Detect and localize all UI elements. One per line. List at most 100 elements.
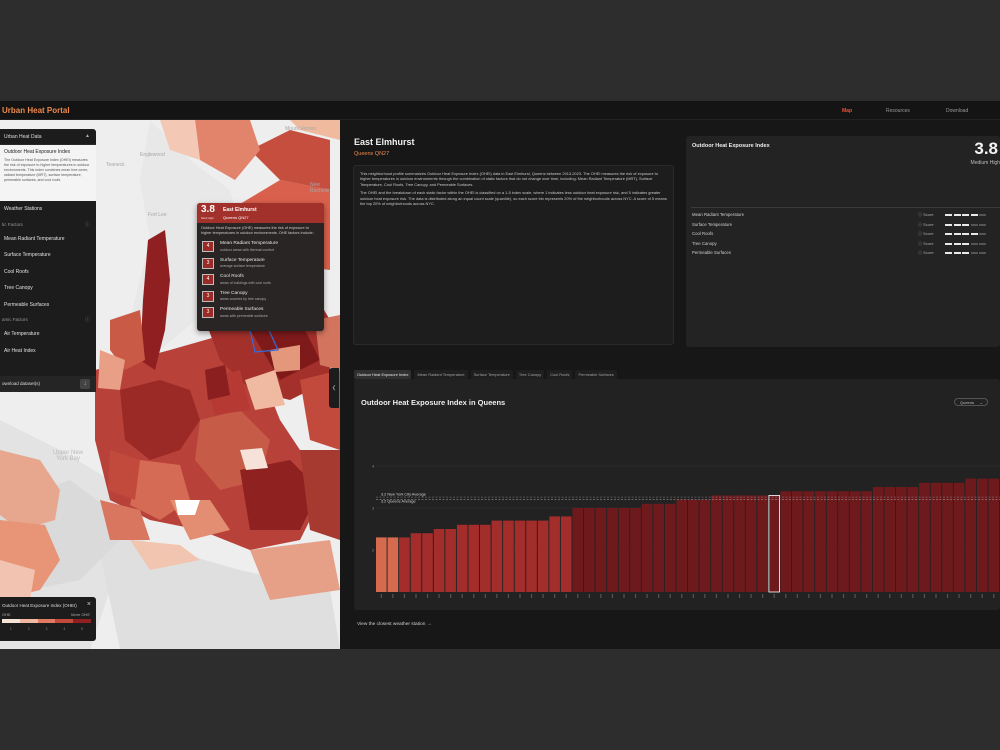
chart-bar[interactable] (907, 487, 919, 592)
tab-tree-canopy[interactable]: Tree Canopy (515, 370, 545, 379)
chart-bar[interactable] (745, 495, 757, 592)
chart-bar[interactable] (942, 482, 953, 592)
chart-bar[interactable] (468, 524, 480, 592)
tab-mean-radiant-temperature[interactable]: Mean Radiant Temperature (414, 370, 468, 379)
chart-bar[interactable] (595, 508, 607, 592)
chart-bar[interactable] (491, 520, 503, 592)
chart-bar[interactable] (572, 508, 584, 592)
chart-bar[interactable] (711, 495, 722, 592)
chart-bar[interactable] (549, 516, 560, 592)
map-label-fort-lee: Fort Lee (148, 212, 167, 218)
download-icon[interactable]: ↓ (80, 379, 90, 389)
chart-bar[interactable] (965, 478, 976, 592)
ohei-bar-chart[interactable]: 2 3 4 3.2 New York City Average 3.2 Queens A… (354, 379, 1000, 610)
close-icon[interactable]: × (87, 601, 91, 608)
x-tick-mark (842, 594, 845, 598)
nav-map[interactable]: Map (842, 108, 852, 114)
score-segment (970, 223, 978, 226)
chart-bar[interactable] (838, 491, 849, 592)
chart-bar[interactable] (849, 491, 861, 592)
chart-bar[interactable] (722, 495, 734, 592)
chart-bar[interactable] (826, 491, 838, 592)
chart-bar[interactable] (514, 520, 526, 592)
chart-bar[interactable] (456, 524, 468, 592)
chart-bar[interactable] (861, 491, 872, 592)
chart-bar[interactable] (976, 478, 988, 592)
chart-bar[interactable] (641, 503, 653, 592)
factor-score-label[interactable]: ⓘ Score (918, 222, 934, 228)
chart-bar[interactable] (688, 499, 699, 592)
chart-bar[interactable] (422, 533, 433, 592)
chart-bar[interactable] (399, 537, 410, 592)
chart-bar[interactable] (618, 508, 630, 592)
tooltip-code: Queens QN27 (223, 215, 249, 220)
chart-bar[interactable] (387, 537, 399, 592)
chart-bar[interactable] (664, 503, 676, 592)
chart-bar[interactable] (803, 491, 815, 592)
layer-item-weather-stations[interactable]: Weather Stations (0, 201, 96, 218)
info-icon[interactable]: ⓘ (85, 221, 90, 228)
chart-bar[interactable] (872, 487, 884, 592)
chart-bar[interactable] (560, 516, 572, 592)
chart-bar[interactable] (792, 491, 803, 592)
chart-bar[interactable] (630, 508, 641, 592)
chart-bar[interactable] (953, 482, 965, 592)
collapse-panel-handle[interactable]: ❮ (329, 368, 339, 408)
chart-bar[interactable] (526, 520, 537, 592)
layer-item-tree-canopy[interactable]: Tree Canopy (0, 280, 96, 297)
chart-bar[interactable] (480, 524, 491, 592)
panel-header[interactable]: Urban Heat Data ▲ (0, 129, 96, 145)
chart-bar[interactable] (607, 508, 618, 592)
chevron-up-icon[interactable]: ▲ (85, 133, 90, 139)
info-icon[interactable]: ⓘ (85, 316, 90, 323)
chart-bar[interactable] (884, 487, 896, 592)
layer-item-ohei[interactable]: Outdoor Heat Exposure Index The Outdoor … (0, 145, 96, 201)
brand-logo[interactable]: Urban Heat Portal (2, 106, 70, 115)
factor-score-label[interactable]: ⓘ Score (918, 250, 934, 256)
chart-bar[interactable] (653, 503, 664, 592)
layer-item-surface-temp[interactable]: Surface Temperature (0, 247, 96, 264)
map-label-mount-vernon: Mount Vernon (285, 126, 317, 132)
chart-bar[interactable] (445, 529, 456, 592)
layer-item-permeable[interactable]: Permeable Surfaces (0, 297, 96, 314)
chart-bar[interactable] (699, 499, 711, 592)
chart-bar[interactable] (537, 520, 549, 592)
chart-bar[interactable] (376, 537, 387, 592)
heat-map[interactable]: Mount Vernon Englewood Teaneck Fort Lee … (0, 120, 340, 649)
data-layer-panel: Urban Heat Data ▲ Outdoor Heat Exposure … (0, 129, 96, 392)
tooltip-name: East Elmhurst (223, 207, 257, 213)
nav-download[interactable]: Download (946, 108, 968, 114)
tab-permeable-surfaces[interactable]: Permeable Surfaces (575, 370, 617, 379)
layer-item-air-temp[interactable]: Air Temperature (0, 326, 96, 343)
tab-outdoor-heat-exposure-index[interactable]: Outdoor Heat Exposure Index (354, 370, 412, 379)
chart-bar[interactable] (503, 520, 514, 592)
score-segment (970, 242, 978, 245)
factor-score-label[interactable]: ⓘ Score (918, 241, 934, 247)
factor-score-label[interactable]: ⓘ Score (918, 212, 934, 218)
chart-bar[interactable] (410, 533, 422, 592)
layer-item-cool-roofs[interactable]: Cool Roofs (0, 264, 96, 281)
factor-score-label[interactable]: ⓘ Score (918, 231, 934, 237)
map-label-upper-new-york-bay: Upper New York Bay (52, 450, 83, 462)
chart-bar[interactable] (930, 482, 942, 592)
layer-item-mrt[interactable]: Mean Radiant Temperature (0, 231, 96, 248)
chart-bar[interactable] (433, 529, 445, 592)
weather-station-link[interactable]: View the closest weather station → (357, 622, 432, 627)
chart-bar[interactable] (896, 487, 907, 592)
chart-bar[interactable] (676, 499, 688, 592)
layer-item-air-heat-index[interactable]: Air Heat Index (0, 343, 96, 360)
tab-cool-roofs[interactable]: Cool Roofs (547, 370, 573, 379)
chart-bar[interactable] (757, 495, 768, 592)
chart-bar[interactable] (768, 495, 780, 593)
chart-bar[interactable] (780, 491, 792, 592)
chart-bar[interactable] (584, 508, 595, 592)
x-tick-mark (519, 594, 521, 598)
chart-bar[interactable] (815, 491, 826, 592)
chart-bar[interactable] (734, 495, 745, 592)
tab-surface-temperature[interactable]: Surface Temperature (470, 370, 513, 379)
factor-score-meter (945, 223, 986, 226)
nav-resources[interactable]: Resources (886, 108, 910, 114)
chart-bar[interactable] (988, 478, 1000, 592)
download-datasets-button[interactable]: ownload dataset(s) ↓ (0, 376, 96, 392)
chart-bar[interactable] (919, 482, 930, 592)
